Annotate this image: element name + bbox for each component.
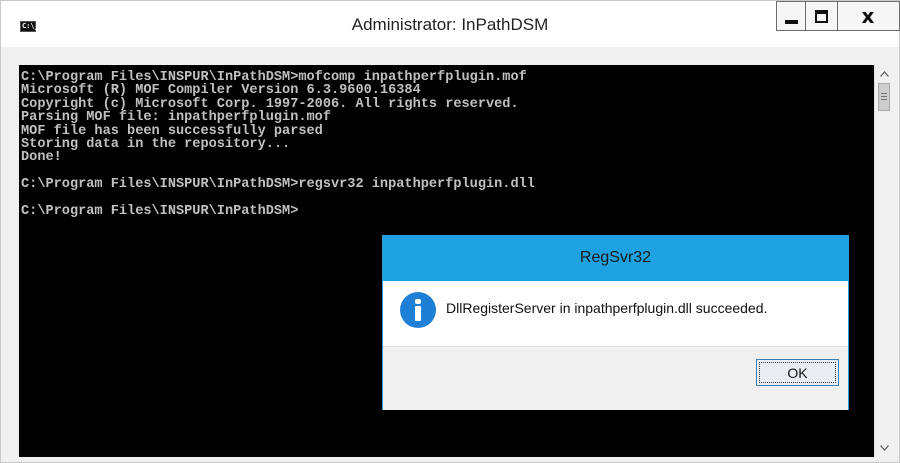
ok-button[interactable]: OK: [756, 359, 839, 386]
scroll-down-button[interactable]: [875, 439, 894, 457]
scroll-up-button[interactable]: [875, 65, 894, 83]
console-line: Parsing MOF file: inpathperfplugin.mof: [21, 110, 331, 126]
close-icon: x: [861, 4, 875, 28]
scroll-thumb[interactable]: [878, 83, 890, 111]
info-icon-bar: [415, 306, 421, 321]
console-line: C:\Program Files\INSPUR\InPathDSM>regsvr…: [21, 177, 535, 193]
info-icon: [400, 292, 436, 328]
dialog-title-bar[interactable]: RegSvr32: [383, 236, 848, 281]
minimize-button[interactable]: [776, 1, 806, 31]
grip-line: [881, 99, 887, 100]
console-line: Done!: [21, 150, 62, 166]
regsvr32-dialog: RegSvr32 DllRegisterServer in inpathperf…: [382, 235, 849, 410]
chevron-up-icon: [880, 71, 889, 77]
window-title: Administrator: InPathDSM: [351, 15, 549, 34]
console-line: Microsoft (R) MOF Compiler Version 6.3.9…: [21, 83, 421, 99]
console-line: MOF file has been successfully parsed: [21, 123, 323, 139]
dialog-message: DllRegisterServer in inpathperfplugin.dl…: [446, 300, 768, 316]
console-line: Storing data in the repository...: [21, 137, 291, 153]
vertical-scrollbar[interactable]: [874, 65, 894, 457]
info-icon-dot: [415, 299, 421, 304]
dialog-title: RegSvr32: [579, 249, 652, 266]
ok-button-label: OK: [787, 365, 808, 381]
minimize-icon: [785, 20, 798, 24]
console-line: C:\Program Files\INSPUR\InPathDSM>mofcom…: [21, 70, 527, 85]
chevron-down-icon: [880, 445, 889, 451]
console-line: Copyright (c) Microsoft Corp. 1997-2006.…: [21, 96, 519, 112]
grip-line: [881, 96, 887, 97]
dialog-footer: OK: [383, 346, 848, 410]
console-text: C:\Program Files\INSPUR\InPathDSM>mofcom…: [19, 65, 874, 218]
console-line: C:\Program Files\INSPUR\InPathDSM>: [21, 204, 299, 220]
maximize-icon: [815, 10, 828, 23]
grip-line: [881, 93, 887, 94]
title-bar[interactable]: C:\_ Administrator: InPathDSM x: [1, 1, 900, 47]
close-button[interactable]: x: [838, 1, 900, 31]
maximize-button[interactable]: [806, 1, 838, 31]
